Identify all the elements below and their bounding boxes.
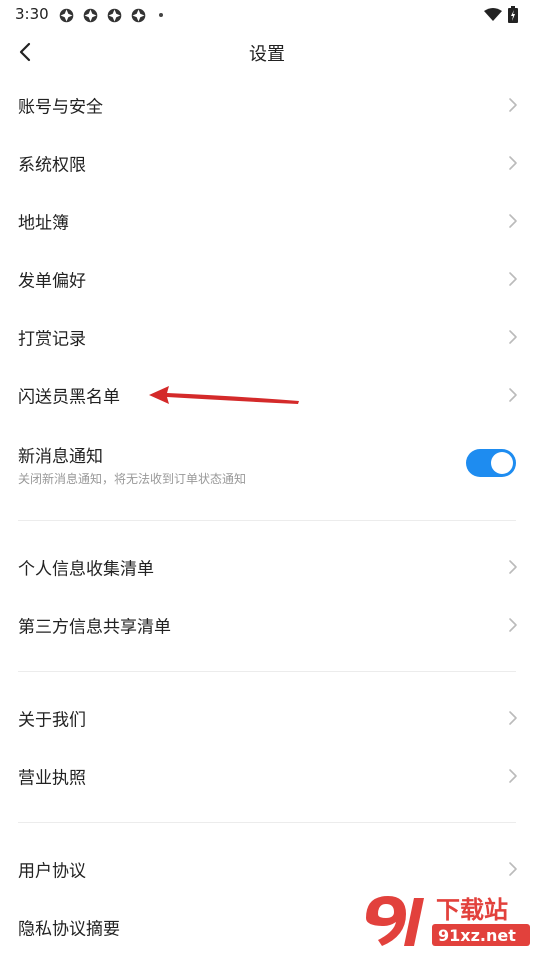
settings-item-order-preferences[interactable]: 发单偏好 [0,250,534,308]
svg-text:下载站: 下载站 [436,896,508,924]
notification-toggle[interactable] [466,449,516,477]
chevron-right-icon [509,272,517,286]
chevron-right-icon [509,711,517,725]
section-divider [18,671,516,672]
wifi-icon [484,7,502,21]
settings-item-label: 营业执照 [18,768,86,789]
app-notification-icon [59,8,74,22]
section-divider [18,822,516,823]
settings-item-business-license[interactable]: 营业执照 [0,747,534,805]
more-notifications-dot [159,13,163,17]
toggle-knob [491,452,513,474]
settings-item-tip-records[interactable]: 打赏记录 [0,308,534,366]
chevron-right-icon [509,769,517,783]
chevron-right-icon [509,388,517,402]
new-message-notification-row: 新消息通知 关闭新消息通知，将无法收到订单状态通知 [0,432,534,498]
settings-item-label: 关于我们 [18,710,86,731]
settings-item-label: 隐私协议摘要 [18,919,120,940]
app-notification-icon [83,8,98,22]
notification-icons [58,6,163,24]
settings-item-label: 发单偏好 [18,271,86,292]
chevron-right-icon [509,214,517,228]
status-bar: 3:30 [0,0,534,30]
status-time: 3:30 [15,5,49,23]
chevron-right-icon [509,98,517,112]
settings-item-system-permissions[interactable]: 系统权限 [0,134,534,192]
settings-item-label: 第三方信息共享清单 [18,617,171,638]
app-notification-icon [131,8,146,22]
settings-item-label: 地址簿 [18,213,69,234]
app-notification-icon [107,8,122,22]
settings-item-third-party-sharing-list[interactable]: 第三方信息共享清单 [0,596,534,654]
section-divider [18,520,516,521]
settings-item-label: 用户协议 [18,861,86,882]
annotation-arrow-icon [149,386,299,404]
battery-charging-icon [508,6,518,23]
chevron-right-icon [509,618,517,632]
settings-item-account-security[interactable]: 账号与安全 [0,76,534,134]
header: 设置 [0,30,534,74]
settings-item-label: 系统权限 [18,155,86,176]
settings-item-label: 个人信息收集清单 [18,559,154,580]
page-title: 设置 [249,44,285,65]
settings-item-label: 打赏记录 [18,329,86,350]
settings-item-personal-info-list[interactable]: 个人信息收集清单 [0,538,534,596]
settings-item-address-book[interactable]: 地址簿 [0,192,534,250]
notification-subtitle: 关闭新消息通知，将无法收到订单状态通知 [18,472,247,486]
chevron-right-icon [509,156,517,170]
settings-item-label: 账号与安全 [18,97,103,118]
settings-item-about-us[interactable]: 关于我们 [0,689,534,747]
system-icons [484,6,518,23]
chevron-right-icon [509,862,517,876]
chevron-right-icon [509,560,517,574]
svg-text:91xz.net: 91xz.net [438,926,516,945]
settings-item-label: 闪送员黑名单 [18,387,120,408]
notification-title: 新消息通知 [18,447,103,467]
watermark-logo: 下载站 91xz.net [366,896,530,946]
chevron-right-icon [509,330,517,344]
